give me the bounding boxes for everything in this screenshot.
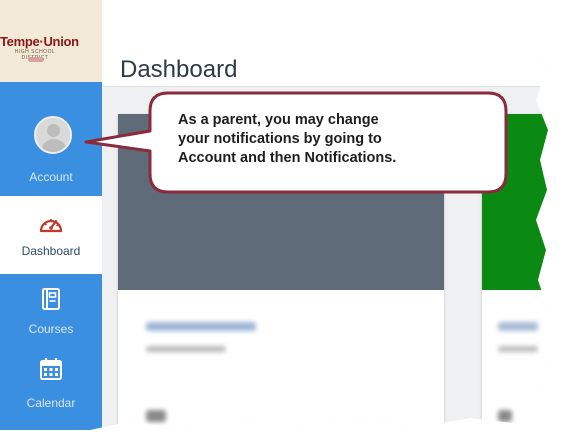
callout-line: As a parent, you may change xyxy=(178,112,379,128)
callout-line: your notifications by going to xyxy=(178,131,382,147)
annotation-callout xyxy=(84,91,508,194)
callout-line: Account and then Notifications. xyxy=(178,150,397,166)
callout-text: As a parent, you may change your notific… xyxy=(178,111,468,168)
